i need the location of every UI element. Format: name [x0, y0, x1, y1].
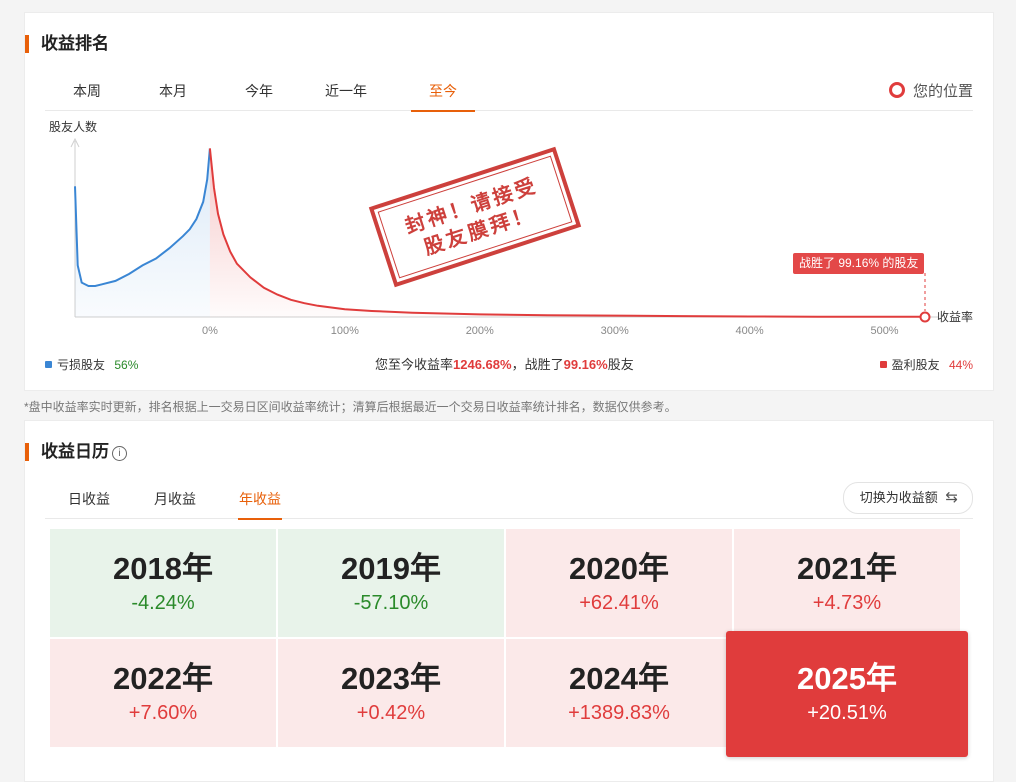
position-legend: 您的位置 — [888, 82, 973, 102]
year-label: 2025年 — [797, 661, 897, 696]
ranking-tabs: 本周 本月 今年 近一年 至今 — [45, 76, 973, 112]
tab-week[interactable]: 本周 — [59, 76, 115, 110]
year-cell[interactable]: 2024年 +1389.83% — [506, 639, 732, 747]
tab-yearly[interactable]: 年收益 — [238, 484, 282, 520]
profit-curve — [208, 148, 926, 318]
tab-last-year[interactable]: 近一年 — [311, 76, 381, 110]
calendar-tabs: 日收益 月收益 年收益 — [45, 484, 973, 520]
position-ring-icon — [888, 82, 905, 98]
summary-suffix: 股友 — [607, 357, 634, 372]
x-tick-label: 400% — [736, 325, 764, 337]
calendar-panel: 收益日历 i 日收益 月收益 年收益 切换为收益额 ⇆ 2018年 -4.24% 20… — [24, 420, 994, 782]
year-return: +20.51% — [807, 702, 887, 724]
position-marker — [919, 311, 931, 323]
profit-pct: 44% — [948, 358, 973, 372]
year-label: 2022年 — [113, 661, 213, 696]
profit-swatch — [879, 361, 887, 368]
year-label: 2021年 — [797, 551, 897, 586]
year-cell[interactable]: 2022年 +7.60% — [50, 639, 276, 747]
summary-rate: 1246.68% — [453, 357, 512, 372]
switch-amount-button[interactable]: 切换为收益额 ⇆ — [842, 482, 973, 514]
year-return: -57.10% — [353, 592, 429, 614]
ranking-panel: 收益排名 本周 本月 今年 近一年 至今 您的位置 股友人数收益率 0% 100% 2… — [24, 12, 994, 391]
year-return: +0.42% — [356, 702, 426, 724]
title-accent-bar — [25, 35, 29, 53]
ranking-title-text: 收益排名 — [41, 34, 109, 53]
year-cell[interactable]: 2018年 -4.24% — [50, 529, 276, 637]
beat-tooltip: 战胜了 99.16% 的股友 — [793, 253, 925, 274]
calendar-title-text: 收益日历 i — [41, 443, 127, 461]
year-cell[interactable]: 2020年 +62.41% — [506, 529, 732, 637]
x-tick-label: 300% — [601, 325, 629, 337]
year-label: 2018年 — [113, 551, 213, 586]
loss-swatch — [45, 361, 52, 368]
year-cell[interactable]: 2019年 -57.10% — [278, 529, 504, 637]
year-cell[interactable]: 2021年 +4.73% — [734, 529, 960, 637]
profit-label: 盈利股友 — [891, 358, 940, 372]
y-axis-label: 股友人数 — [49, 119, 97, 134]
summary-beat: 99.16% — [563, 357, 608, 372]
x-tick-label: 200% — [466, 325, 494, 337]
x-tick-label: 0% — [202, 325, 218, 337]
info-icon[interactable]: i — [112, 446, 127, 461]
year-label: 2019年 — [341, 551, 441, 586]
profit-area — [209, 148, 925, 317]
swap-icon: ⇆ — [945, 489, 958, 506]
tab-to-date[interactable]: 至今 — [411, 76, 475, 112]
year-return: +7.60% — [128, 702, 198, 724]
tab-month[interactable]: 本月 — [145, 76, 201, 110]
calendar-title-label: 收益日历 — [41, 442, 109, 461]
year-label: 2024年 — [569, 661, 669, 696]
loss-area — [75, 148, 210, 317]
disclaimer-note: *盘中收益率实时更新，排名根据上一交易日区间收益率统计；清算后根据最近一个交易日… — [24, 400, 677, 414]
summary-text: 您至今收益率1246.68%，战胜了99.16%股友 — [375, 356, 634, 374]
x-axis-label: 收益率 — [937, 309, 973, 324]
year-label: 2023年 — [341, 661, 441, 696]
loss-label: 亏损股友 — [57, 358, 106, 372]
year-cell[interactable]: 2023年 +0.42% — [278, 639, 504, 747]
year-return: +62.41% — [579, 592, 659, 614]
year-return: -4.24% — [131, 592, 195, 614]
x-tick-label: 100% — [331, 325, 359, 337]
position-legend-text: 您的位置 — [912, 83, 973, 100]
x-tick-label: 500% — [870, 325, 898, 337]
title-accent-bar — [25, 443, 29, 461]
year-cell[interactable]: 2025年 +20.51% — [726, 631, 968, 757]
summary-prefix: 您至今收益率 — [375, 357, 454, 372]
loss-legend: 亏损股友 56% — [45, 356, 138, 374]
year-return: +1389.83% — [568, 702, 670, 724]
summary-mid: ，战胜了 — [511, 357, 564, 372]
year-label: 2020年 — [569, 551, 669, 586]
loss-pct: 56% — [114, 358, 139, 372]
switch-label: 切换为收益额 — [859, 490, 938, 505]
tab-monthly[interactable]: 月收益 — [145, 484, 205, 518]
profit-legend: 盈利股友 44% — [879, 356, 973, 374]
tab-daily[interactable]: 日收益 — [59, 484, 119, 518]
tab-year[interactable]: 今年 — [231, 76, 287, 110]
ranking-footer: 亏损股友 56% 您至今收益率1246.68%，战胜了99.16%股友 盈利股友… — [45, 356, 973, 374]
year-return: +4.73% — [812, 592, 882, 614]
